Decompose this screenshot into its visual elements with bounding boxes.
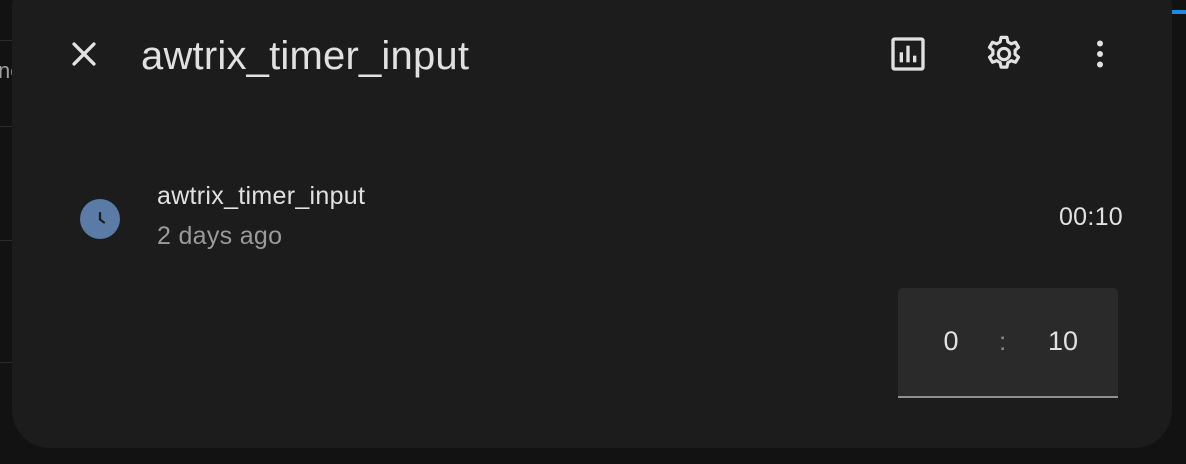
entity-row[interactable]: awtrix_timer_input 2 days ago 00:10 (12, 174, 1172, 264)
chart-box-outline-icon (888, 34, 928, 79)
minutes-field[interactable]: 10 (1033, 326, 1093, 357)
time-input[interactable]: 0 : 10 (898, 288, 1118, 398)
last-changed-text: 2 days ago (157, 222, 283, 250)
time-separator: : (999, 326, 1007, 356)
entity-name: awtrix_timer_input (157, 182, 366, 210)
hours-field[interactable]: 0 (921, 326, 981, 357)
history-button[interactable] (884, 32, 932, 80)
close-button[interactable] (60, 32, 108, 80)
dialog-header: awtrix_timer_input (12, 0, 1172, 120)
settings-button[interactable] (980, 32, 1028, 80)
clock-icon (80, 199, 120, 239)
more-info-dialog: awtrix_timer_input awtrix_timer_input 2 … (12, 0, 1172, 448)
close-icon (67, 37, 101, 76)
dialog-title: awtrix_timer_input (141, 34, 470, 78)
state-value: 00:10 (1058, 203, 1123, 231)
more-options-button[interactable] (1076, 32, 1124, 80)
gear-icon (983, 33, 1025, 80)
dots-vertical-icon (1082, 36, 1118, 77)
